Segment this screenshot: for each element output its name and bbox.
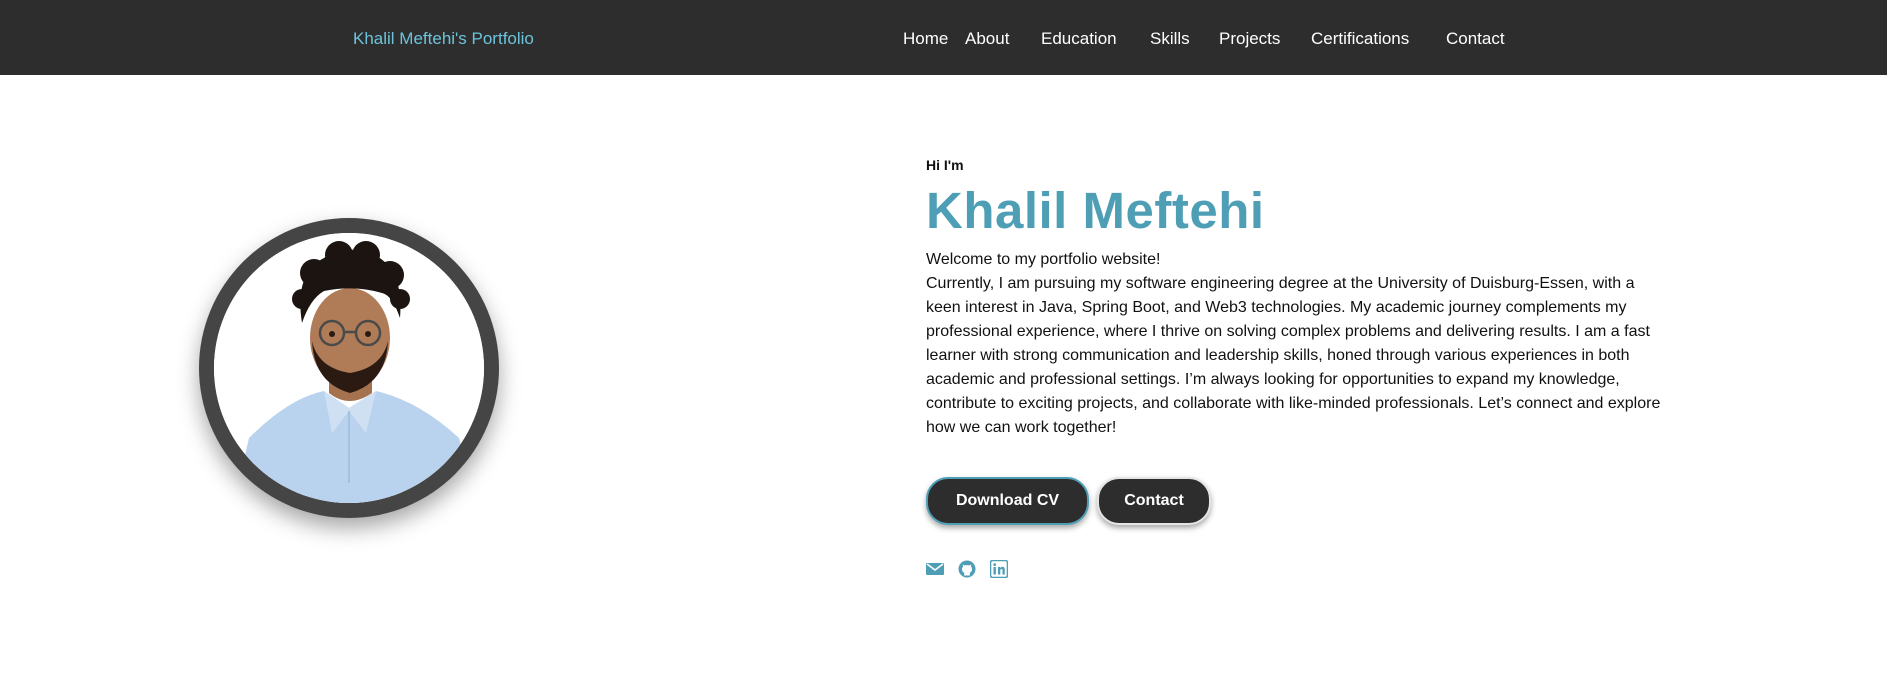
github-icon[interactable] xyxy=(958,560,976,578)
person-portrait-icon xyxy=(214,233,484,503)
hero-name: Khalil Meftehi xyxy=(926,182,1265,239)
download-cv-button[interactable]: Download CV xyxy=(926,477,1089,525)
envelope-icon[interactable] xyxy=(926,560,944,578)
nav-education[interactable]: Education xyxy=(1041,0,1117,75)
navbar: Khalil Meftehi's Portfolio Home About Ed… xyxy=(0,0,1887,75)
nav-contact[interactable]: Contact xyxy=(1446,0,1505,75)
contact-button[interactable]: Contact xyxy=(1097,477,1211,525)
nav-skills[interactable]: Skills xyxy=(1150,0,1190,75)
welcome-text: Welcome to my portfolio website! xyxy=(926,251,1161,268)
nav-about[interactable]: About xyxy=(965,0,1009,75)
hero-text: Hi I'm Khalil Meftehi Welcome to my port… xyxy=(926,155,1671,440)
greeting: Hi I'm xyxy=(926,157,964,173)
nav-certifications[interactable]: Certifications xyxy=(1311,0,1409,75)
profile-photo-frame xyxy=(199,218,499,518)
profile-photo xyxy=(214,233,484,503)
linkedin-icon[interactable] xyxy=(989,559,1009,579)
nav-home[interactable]: Home xyxy=(903,0,948,75)
nav-projects[interactable]: Projects xyxy=(1219,0,1280,75)
brand-link[interactable]: Khalil Meftehi's Portfolio xyxy=(353,0,534,75)
bio-text: Currently, I am pursuing my software eng… xyxy=(926,275,1661,436)
